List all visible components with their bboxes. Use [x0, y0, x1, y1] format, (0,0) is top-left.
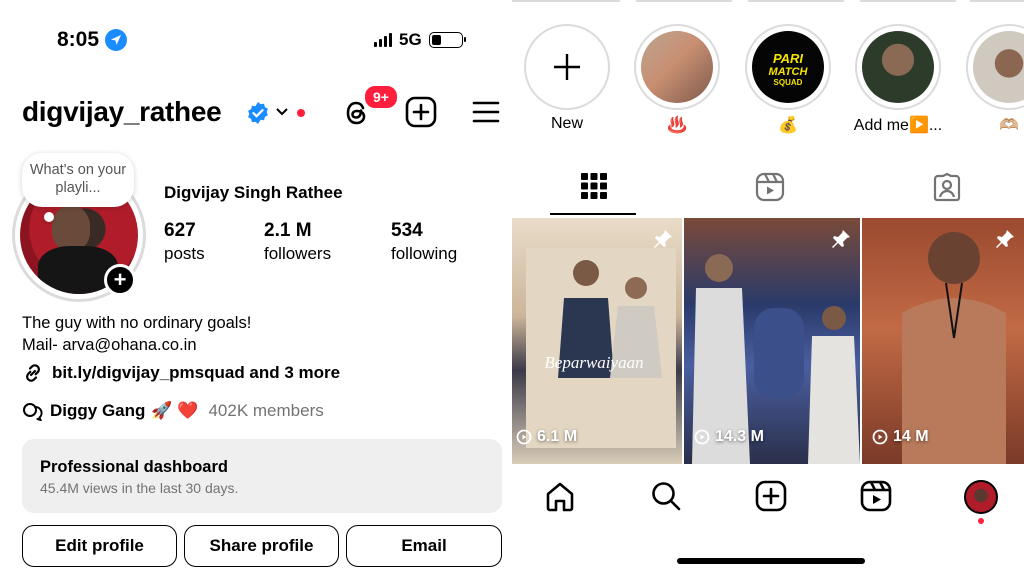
create-post-icon[interactable]: [405, 96, 437, 128]
story-ring: [855, 24, 941, 110]
content-tabs: [512, 166, 1024, 216]
dashboard-title: Professional dashboard: [40, 458, 228, 476]
svg-text:PARI: PARI: [773, 51, 803, 66]
post-tile[interactable]: 14.3 M: [684, 218, 860, 464]
email-button[interactable]: Email: [346, 525, 502, 567]
stat-following[interactable]: 534 following: [391, 220, 457, 266]
profile-link[interactable]: bit.ly/digvijay_pmsquad and 3 more: [22, 362, 340, 384]
tagged-tab-icon[interactable]: [932, 172, 962, 202]
content-pane: New ♨️ PARI MATCH SQUAD 💰 Add me▶️... 🫶🏼…: [512, 0, 1024, 576]
status-indicators: 5G: [374, 30, 466, 50]
profile-bio: The guy with no ordinary goals! Mail- ar…: [22, 312, 251, 356]
create-icon[interactable]: [755, 480, 787, 512]
profile-username[interactable]: digvijay_rathee: [22, 96, 222, 128]
story-ring: [634, 24, 720, 110]
post-view-count: 14 M: [872, 428, 929, 446]
dashboard-subtitle: 45.4M views in the last 30 days.: [40, 480, 239, 496]
channel-members: 402K members: [208, 401, 324, 420]
search-icon[interactable]: [650, 480, 682, 512]
parimatch-logo: PARI MATCH SQUAD: [752, 31, 824, 103]
hamburger-menu-icon[interactable]: [472, 100, 500, 124]
note-bubble[interactable]: What's on your playli...: [22, 153, 134, 207]
top-scroll-edge: [512, 0, 1024, 2]
add-story-plus-icon[interactable]: +: [104, 264, 136, 296]
signal-icon: [374, 33, 392, 47]
stat-following-label: following: [391, 244, 458, 263]
channel-name: Diggy Gang: [50, 401, 146, 420]
bio-line: The guy with no ordinary goals!: [22, 314, 252, 332]
view-count-text: 6.1 M: [537, 428, 578, 445]
home-icon[interactable]: [544, 480, 576, 512]
profile-full-name: Digvijay Singh Rathee: [164, 183, 343, 202]
stat-followers-value: 2.1 M: [264, 220, 312, 241]
time-text: 8:05: [57, 28, 100, 51]
view-count-text: 14.3 M: [715, 428, 764, 445]
chevron-down-icon[interactable]: [274, 104, 290, 120]
story-highlight[interactable]: PARI MATCH SQUAD 💰: [743, 24, 833, 135]
bio-email: Mail- arva@ohana.co.in: [22, 336, 197, 354]
post-view-count: 14.3 M: [694, 428, 764, 446]
professional-dashboard[interactable]: Professional dashboard 45.4M views in th…: [22, 439, 502, 513]
stat-posts-label: posts: [164, 244, 205, 263]
story-highlight[interactable]: 🫶🏼: [964, 24, 1024, 135]
play-count-icon: [872, 429, 888, 445]
stat-followers[interactable]: 2.1 M followers: [264, 220, 331, 266]
story-thumbnail: [973, 31, 1024, 103]
story-new[interactable]: New: [522, 24, 612, 133]
battery-icon: [428, 32, 466, 48]
note-bubble-tail: [44, 212, 54, 222]
story-caption: ♨️: [667, 117, 687, 134]
network-label: 5G: [399, 30, 422, 49]
channel-emoji: 🚀 ❤️: [151, 401, 199, 420]
verified-badge-icon: [248, 102, 268, 124]
link-text: bit.ly/digvijay_pmsquad and 3 more: [52, 363, 341, 382]
profile-pane: 8:05 5G digvijay_rathee 9+ What's on you…: [0, 0, 512, 576]
reels-icon[interactable]: [860, 480, 892, 512]
edit-profile-button[interactable]: Edit profile: [22, 525, 177, 567]
threads-notification-badge: 9+: [363, 84, 399, 110]
post-view-count: 6.1 M: [516, 428, 577, 446]
stat-following-value: 534: [391, 220, 423, 241]
story-thumbnail: [862, 31, 934, 103]
active-tab-indicator: [550, 213, 636, 215]
stat-posts[interactable]: 627 posts: [164, 220, 205, 266]
story-caption: New: [550, 115, 583, 132]
post-tile[interactable]: Beparwaiyaan 6.1 M: [512, 218, 682, 464]
grid-tab-icon[interactable]: [580, 172, 608, 200]
profile-nav-avatar[interactable]: [964, 480, 998, 514]
profile-notification-dot: [978, 518, 984, 524]
account-notification-dot: [297, 109, 305, 117]
status-time: 8:05: [57, 28, 128, 52]
view-count-text: 14 M: [893, 428, 929, 445]
story-caption: Add me▶️...: [853, 117, 943, 134]
story-thumbnail: [641, 31, 713, 103]
pin-icon: [996, 230, 1014, 248]
pin-icon: [654, 230, 672, 248]
story-ring: [966, 24, 1024, 110]
location-arrow-icon: [105, 29, 128, 51]
link-icon: [26, 364, 40, 382]
play-count-icon: [694, 429, 710, 445]
plus-icon: [531, 31, 603, 103]
story-ring: PARI MATCH SQUAD: [745, 24, 831, 110]
channel-icon: [23, 403, 43, 421]
home-indicator[interactable]: [677, 558, 865, 564]
play-count-icon: [516, 429, 532, 445]
story-ring: [524, 24, 610, 110]
story-highlight[interactable]: ♨️: [632, 24, 722, 135]
stat-followers-label: followers: [264, 244, 332, 263]
reels-tab-icon[interactable]: [755, 172, 785, 202]
post-tile[interactable]: 14 M: [862, 218, 1024, 464]
svg-text:MATCH: MATCH: [769, 66, 809, 78]
story-caption: 🫶🏼: [999, 117, 1019, 134]
pin-icon: [832, 230, 850, 248]
poster-title: Beparwaiyaan: [544, 353, 643, 372]
share-profile-button[interactable]: Share profile: [184, 525, 339, 567]
svg-text:SQUAD: SQUAD: [774, 78, 803, 87]
story-highlight[interactable]: Add me▶️...: [853, 24, 943, 135]
story-caption: 💰: [778, 117, 798, 134]
stat-posts-value: 627: [164, 220, 196, 241]
broadcast-channel[interactable]: Diggy Gang 🚀 ❤️ 402K members: [22, 401, 324, 421]
bottom-navigation: [512, 474, 1024, 524]
